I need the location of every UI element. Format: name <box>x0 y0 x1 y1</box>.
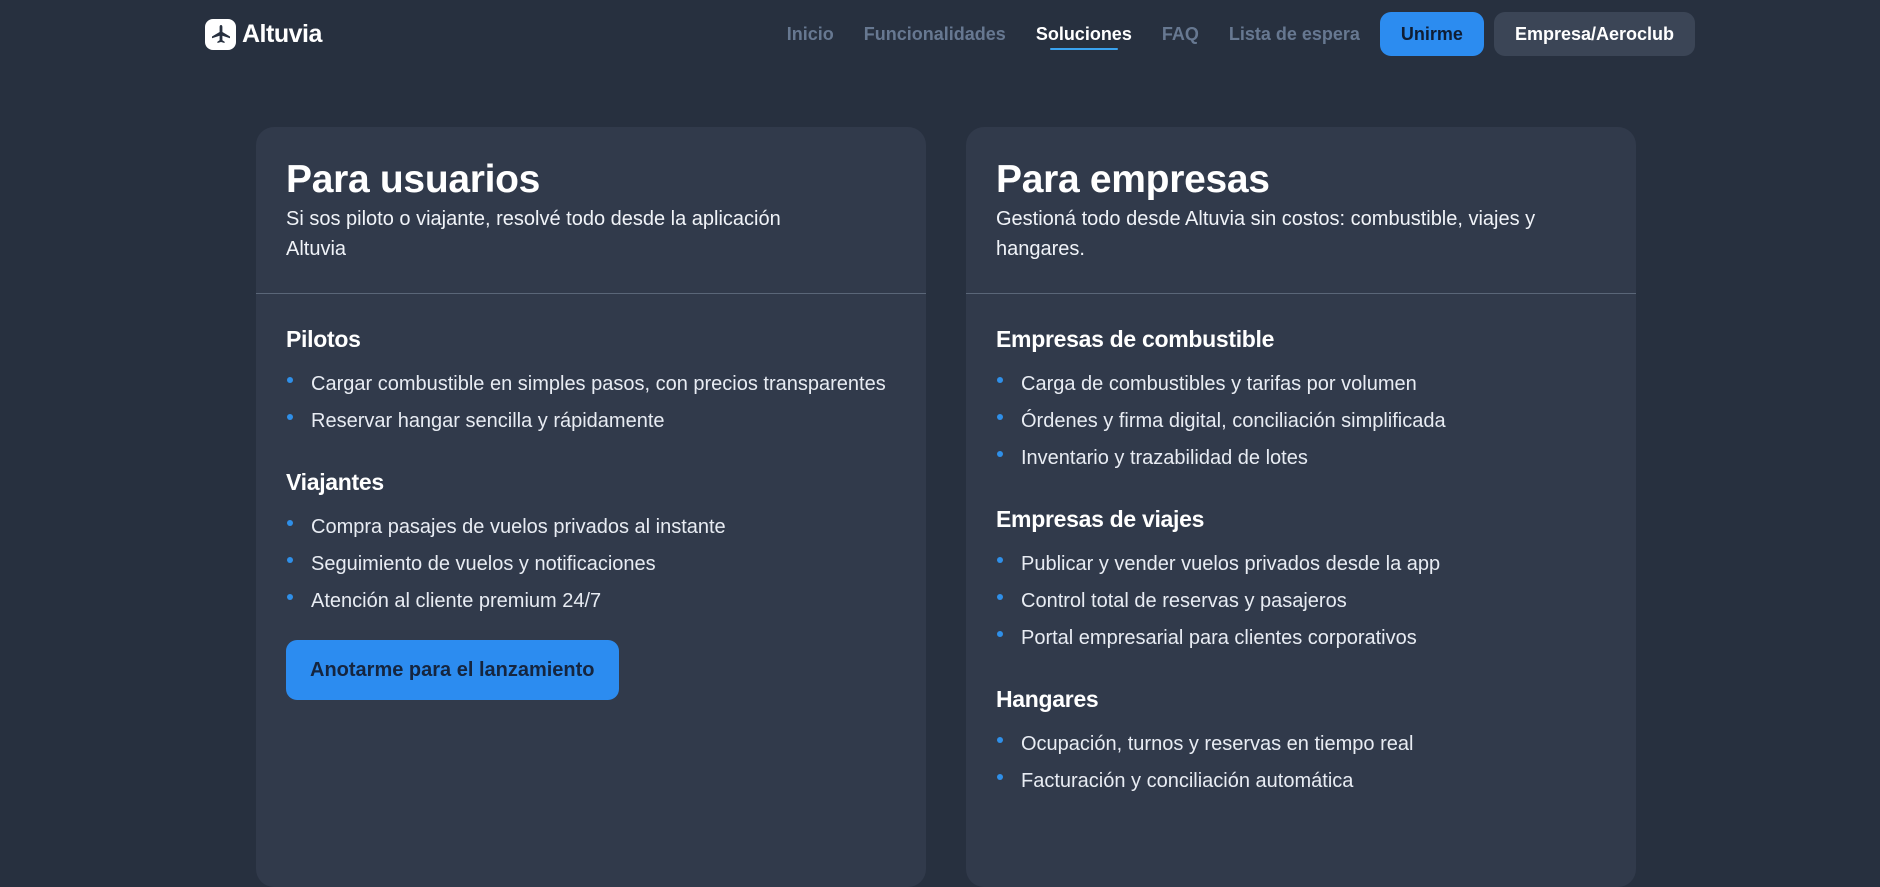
list-item: Portal empresarial para clientes corpora… <box>996 623 1606 653</box>
bullet-dot-icon <box>997 377 1003 383</box>
list-item-text: Ocupación, turnos y reservas en tiempo r… <box>1021 733 1414 755</box>
list-item-text: Publicar y vender vuelos privados desde … <box>1021 553 1441 575</box>
users-card-body: Pilotos Cargar combustible en simples pa… <box>256 294 926 700</box>
list-item: Reservar hangar sencilla y rápidamente <box>286 406 896 436</box>
section-title: Viajantes <box>286 469 384 495</box>
bullet-dot-icon <box>997 774 1003 780</box>
section-pilotos: Pilotos Cargar combustible en simples pa… <box>286 324 896 436</box>
section-title: Empresas de viajes <box>996 506 1205 532</box>
bullet-dot-icon <box>287 594 293 600</box>
list-item: Publicar y vender vuelos privados desde … <box>996 549 1606 579</box>
nav-link-faq[interactable]: FAQ <box>1162 12 1199 56</box>
bullet-dot-icon <box>997 594 1003 600</box>
list-item: Control total de reservas y pasajeros <box>996 586 1606 616</box>
join-button[interactable]: Unirme <box>1379 12 1484 56</box>
section-empresas-de-viajes: Empresas de viajes Publicar y vender vue… <box>996 504 1606 653</box>
bullet-dot-icon <box>997 737 1003 743</box>
nav-link-funcionalidades[interactable]: Funcionalidades <box>864 12 1006 56</box>
feature-list: Publicar y vender vuelos privados desde … <box>996 549 1606 653</box>
list-item-text: Seguimiento de vuelos y notificaciones <box>311 553 656 575</box>
list-item: Órdenes y firma digital, conciliación si… <box>996 406 1606 436</box>
section-title: Pilotos <box>286 326 361 352</box>
brand-name: Altuvia <box>242 19 322 48</box>
bullet-dot-icon <box>287 557 293 563</box>
business-card-title: Para empresas <box>996 158 1270 201</box>
business-card: Para empresas Gestioná todo desde Altuvi… <box>966 127 1636 887</box>
section-viajantes: Viajantes Compra pasajes de vuelos priva… <box>286 467 896 616</box>
section-hangares: Hangares Ocupación, turnos y reservas en… <box>996 684 1606 796</box>
users-card: Para usuarios Si sos piloto o viajante, … <box>256 127 926 887</box>
list-item-text: Cargar combustible en simples pasos, con… <box>311 373 886 395</box>
bullet-dot-icon <box>287 414 293 420</box>
list-item-text: Portal empresarial para clientes corpora… <box>1021 627 1417 649</box>
nav-link-inicio[interactable]: Inicio <box>787 12 834 56</box>
list-item: Seguimiento de vuelos y notificaciones <box>286 549 896 579</box>
bullet-dot-icon <box>997 557 1003 563</box>
list-item: Facturación y conciliación automática <box>996 766 1606 796</box>
list-item: Carga de combustibles y tarifas por volu… <box>996 369 1606 399</box>
nav-link-lista-de-espera[interactable]: Lista de espera <box>1229 12 1360 56</box>
top-navigation: Altuvia Inicio Funcionalidades Solucione… <box>0 0 1880 68</box>
section-title: Hangares <box>996 686 1099 712</box>
bullet-dot-icon <box>997 631 1003 637</box>
list-item-text: Reservar hangar sencilla y rápidamente <box>311 410 665 432</box>
list-item-text: Inventario y trazabilidad de lotes <box>1021 447 1308 469</box>
brand-logo[interactable]: Altuvia <box>205 17 322 51</box>
feature-list: Carga de combustibles y tarifas por volu… <box>996 369 1606 473</box>
users-card-header: Para usuarios Si sos piloto o viajante, … <box>256 127 926 294</box>
list-item-text: Compra pasajes de vuelos privados al ins… <box>311 516 726 538</box>
business-card-body: Empresas de combustible Carga de combust… <box>966 294 1636 796</box>
bullet-dot-icon <box>997 451 1003 457</box>
list-item: Inventario y trazabilidad de lotes <box>996 443 1606 473</box>
business-card-subtitle: Gestioná todo desde Altuvia sin costos: … <box>996 208 1536 260</box>
feature-list: Compra pasajes de vuelos privados al ins… <box>286 512 896 616</box>
list-item-text: Carga de combustibles y tarifas por volu… <box>1021 373 1417 395</box>
business-card-header: Para empresas Gestioná todo desde Altuvi… <box>966 127 1636 294</box>
feature-list: Cargar combustible en simples pasos, con… <box>286 369 896 436</box>
list-item-text: Atención al cliente premium 24/7 <box>311 590 602 612</box>
nav-links: Inicio Funcionalidades Soluciones FAQ Li… <box>787 12 1880 56</box>
list-item: Atención al cliente premium 24/7 <box>286 586 896 616</box>
list-item-text: Control total de reservas y pasajeros <box>1021 590 1347 612</box>
nav-link-soluciones[interactable]: Soluciones <box>1036 12 1132 56</box>
users-card-subtitle: Si sos piloto o viajante, resolvé todo d… <box>286 208 781 260</box>
bullet-dot-icon <box>997 414 1003 420</box>
list-item: Ocupación, turnos y reservas en tiempo r… <box>996 729 1606 759</box>
users-card-title: Para usuarios <box>286 158 541 201</box>
business-aeroclub-button[interactable]: Empresa/Aeroclub <box>1493 12 1695 56</box>
launch-signup-button[interactable]: Anotarme para el lanzamiento <box>286 640 619 700</box>
section-title: Empresas de combustible <box>996 326 1275 352</box>
section-empresas-de-combustible: Empresas de combustible Carga de combust… <box>996 324 1606 473</box>
list-item: Cargar combustible en simples pasos, con… <box>286 369 896 399</box>
bullet-dot-icon <box>287 377 293 383</box>
list-item-text: Facturación y conciliación automática <box>1021 770 1354 792</box>
feature-list: Ocupación, turnos y reservas en tiempo r… <box>996 729 1606 796</box>
list-item: Compra pasajes de vuelos privados al ins… <box>286 512 896 542</box>
list-item-text: Órdenes y firma digital, conciliación si… <box>1021 410 1446 432</box>
airplane-icon <box>205 18 236 50</box>
bullet-dot-icon <box>287 520 293 526</box>
